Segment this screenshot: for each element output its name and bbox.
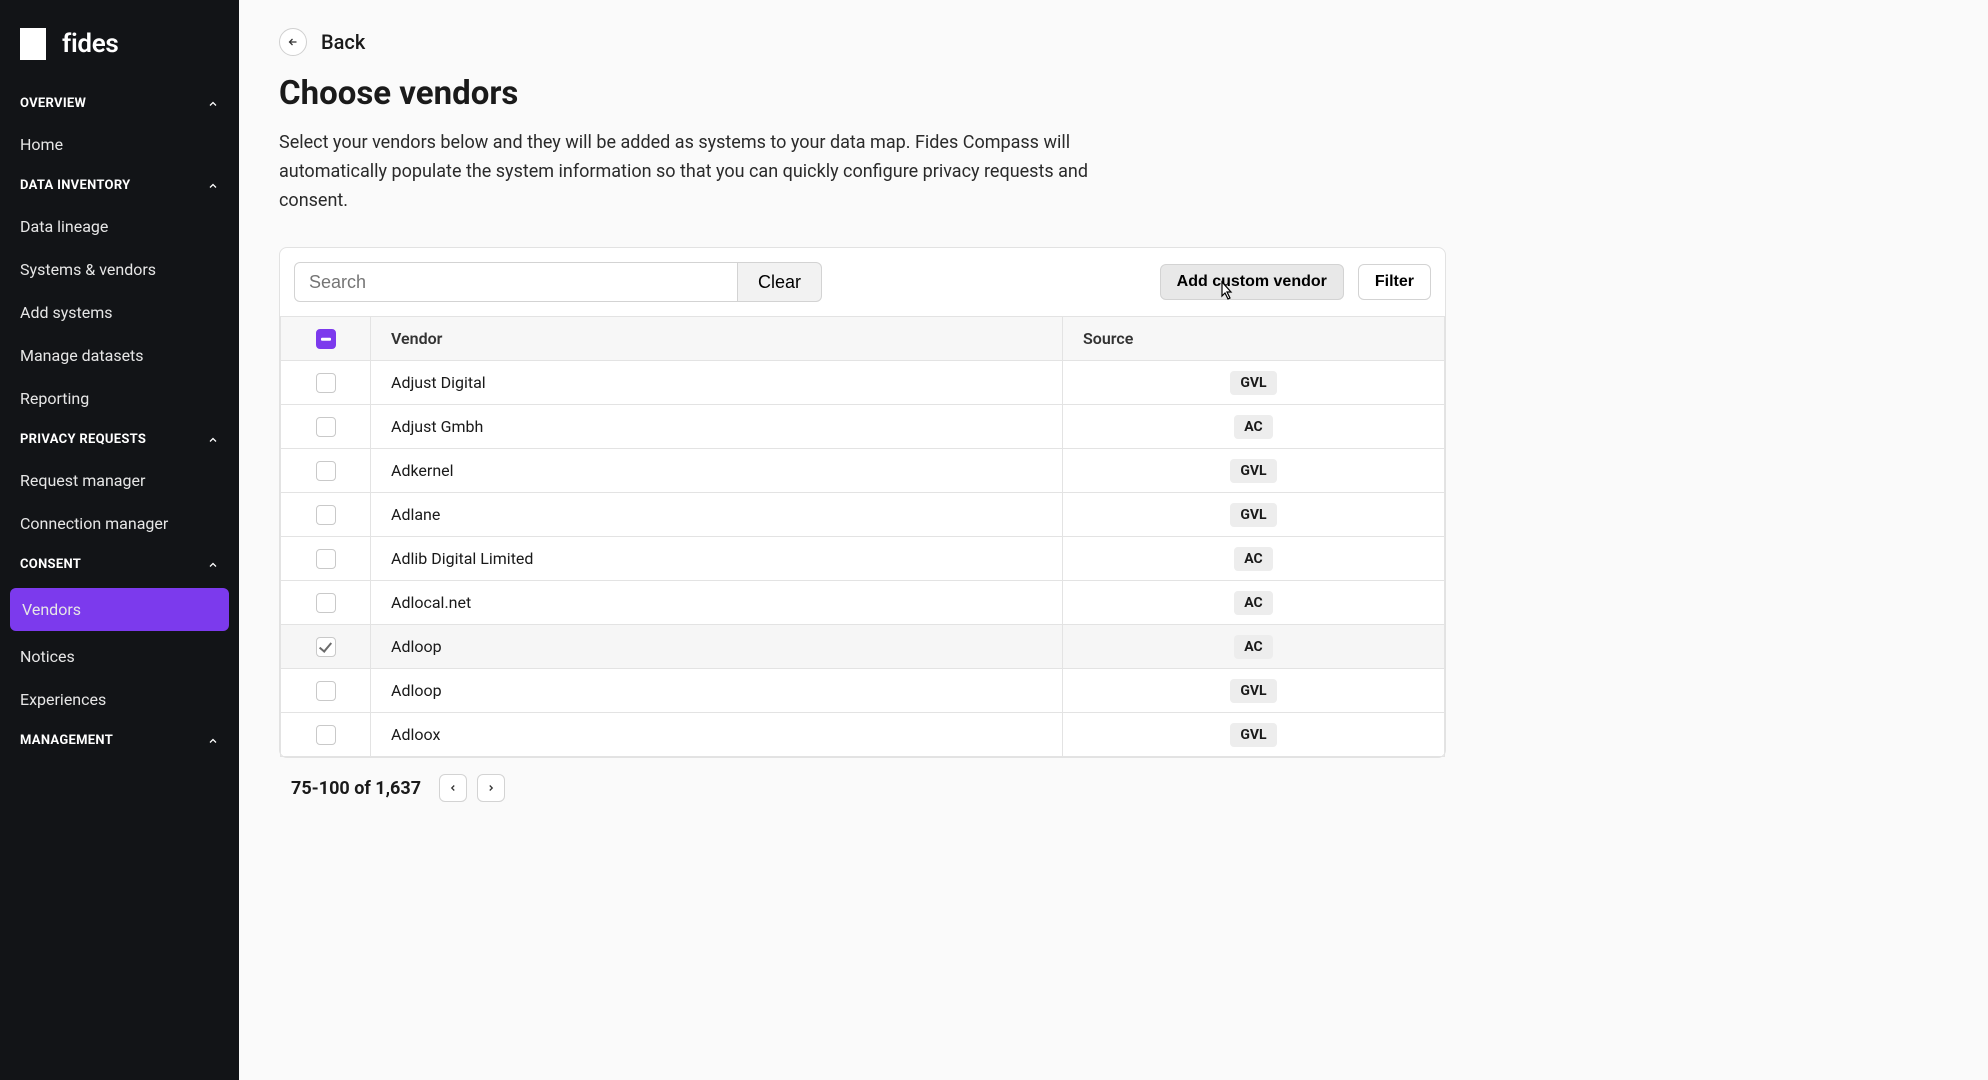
source-cell: GVL <box>1063 713 1445 757</box>
chevron-right-icon <box>486 783 496 793</box>
vendor-cell: Adjust Gmbh <box>371 405 1063 449</box>
row-checkbox[interactable] <box>316 373 336 393</box>
source-cell: GVL <box>1063 361 1445 405</box>
page-title: Choose vendors <box>279 74 1948 113</box>
select-all-checkbox[interactable] <box>316 329 336 349</box>
chevron-up-icon <box>207 735 219 747</box>
table-row[interactable]: Adloop GVL <box>281 669 1445 713</box>
vendor-cell: Adloox <box>371 713 1063 757</box>
back-label: Back <box>321 30 365 54</box>
vendor-cell: Adlane <box>371 493 1063 537</box>
sidebar-item-data-lineage[interactable]: Data lineage <box>0 205 239 248</box>
sidebar-item-connection-manager[interactable]: Connection manager <box>0 502 239 545</box>
source-badge: GVL <box>1230 723 1276 747</box>
chevron-left-icon <box>448 783 458 793</box>
column-header-source[interactable]: Source <box>1063 317 1445 361</box>
table-row[interactable]: Adloox GVL <box>281 713 1445 757</box>
sidebar: fides OVERVIEW Home DATA INVENTORY Data lin… <box>0 0 239 1080</box>
brand-name: fides <box>62 29 119 59</box>
next-page-button[interactable] <box>477 774 505 802</box>
chevron-up-icon <box>207 434 219 446</box>
chevron-up-icon <box>207 559 219 571</box>
search-group: Clear <box>294 262 822 302</box>
table-row[interactable]: Adlib Digital Limited AC <box>281 537 1445 581</box>
page-description: Select your vendors below and they will … <box>279 129 1119 215</box>
pagination: 75-100 of 1,637 <box>279 758 1948 806</box>
source-cell: AC <box>1063 581 1445 625</box>
table-row[interactable]: Adlocal.net AC <box>281 581 1445 625</box>
source-cell: AC <box>1063 625 1445 669</box>
row-checkbox[interactable] <box>316 549 336 569</box>
sidebar-item-vendors[interactable]: Vendors <box>10 588 229 631</box>
source-badge: AC <box>1234 591 1272 615</box>
chevron-up-icon <box>207 98 219 110</box>
nav-section-header[interactable]: CONSENT <box>0 545 239 584</box>
back-button[interactable]: Back <box>279 28 365 56</box>
table-row[interactable]: Adjust Gmbh AC <box>281 405 1445 449</box>
source-cell: AC <box>1063 537 1445 581</box>
sidebar-item-request-manager[interactable]: Request manager <box>0 459 239 502</box>
nav-section-header[interactable]: OVERVIEW <box>0 84 239 123</box>
sidebar-item-home[interactable]: Home <box>0 123 239 166</box>
table-row[interactable]: Adjust Digital GVL <box>281 361 1445 405</box>
source-badge: AC <box>1234 635 1272 659</box>
vendor-cell: Adlocal.net <box>371 581 1063 625</box>
row-checkbox[interactable] <box>316 417 336 437</box>
source-badge: GVL <box>1230 371 1276 395</box>
arrow-left-icon <box>279 28 307 56</box>
vendor-cell: Adloop <box>371 669 1063 713</box>
source-badge: GVL <box>1230 459 1276 483</box>
sidebar-item-notices[interactable]: Notices <box>0 635 239 678</box>
nav-section-header[interactable]: DATA INVENTORY <box>0 166 239 205</box>
source-badge: AC <box>1234 415 1272 439</box>
nav-section-label: DATA INVENTORY <box>20 178 131 193</box>
table-row[interactable]: Adkernel GVL <box>281 449 1445 493</box>
vendor-cell: Adkernel <box>371 449 1063 493</box>
row-checkbox[interactable] <box>316 461 336 481</box>
add-custom-vendor-button[interactable]: Add custom vendor <box>1160 264 1344 300</box>
nav-section-label: OVERVIEW <box>20 96 86 111</box>
row-checkbox[interactable] <box>316 681 336 701</box>
row-checkbox[interactable] <box>316 637 336 657</box>
prev-page-button[interactable] <box>439 774 467 802</box>
clear-button[interactable]: Clear <box>738 262 822 302</box>
source-cell: GVL <box>1063 493 1445 537</box>
source-badge: AC <box>1234 547 1272 571</box>
nav-section-label: CONSENT <box>20 557 81 572</box>
table-row[interactable]: Adloop AC <box>281 625 1445 669</box>
vendor-cell: Adloop <box>371 625 1063 669</box>
column-header-vendor[interactable]: Vendor <box>371 317 1063 361</box>
vendor-cell: Adlib Digital Limited <box>371 537 1063 581</box>
source-cell: GVL <box>1063 669 1445 713</box>
vendor-panel: Clear Add custom vendor Filter Vendor So… <box>279 247 1446 758</box>
vendor-cell: Adjust Digital <box>371 361 1063 405</box>
table-row[interactable]: Adlane GVL <box>281 493 1445 537</box>
panel-toolbar: Clear Add custom vendor Filter <box>280 248 1445 316</box>
nav-section-header[interactable]: MANAGEMENT <box>0 721 239 760</box>
nav-section-label: PRIVACY REQUESTS <box>20 432 146 447</box>
source-cell: AC <box>1063 405 1445 449</box>
sidebar-item-add-systems[interactable]: Add systems <box>0 291 239 334</box>
source-badge: GVL <box>1230 503 1276 527</box>
main-content: Back Choose vendors Select your vendors … <box>239 0 1988 1080</box>
nav-section-header[interactable]: PRIVACY REQUESTS <box>0 420 239 459</box>
sidebar-item-reporting[interactable]: Reporting <box>0 377 239 420</box>
row-checkbox[interactable] <box>316 593 336 613</box>
row-checkbox[interactable] <box>316 505 336 525</box>
brand-logo[interactable]: fides <box>0 16 239 84</box>
sidebar-item-experiences[interactable]: Experiences <box>0 678 239 721</box>
filter-button[interactable]: Filter <box>1358 264 1431 300</box>
search-input[interactable] <box>294 262 738 302</box>
vendor-table: Vendor Source Adjust Digital GVL Adjust Gm… <box>280 316 1445 757</box>
source-badge: GVL <box>1230 679 1276 703</box>
chevron-up-icon <box>207 180 219 192</box>
sidebar-item-manage-datasets[interactable]: Manage datasets <box>0 334 239 377</box>
logo-icon <box>20 28 52 60</box>
row-checkbox[interactable] <box>316 725 336 745</box>
sidebar-item-systems-vendors[interactable]: Systems & vendors <box>0 248 239 291</box>
source-cell: GVL <box>1063 449 1445 493</box>
pagination-range: 75-100 of 1,637 <box>291 778 421 799</box>
nav-section-label: MANAGEMENT <box>20 733 113 748</box>
